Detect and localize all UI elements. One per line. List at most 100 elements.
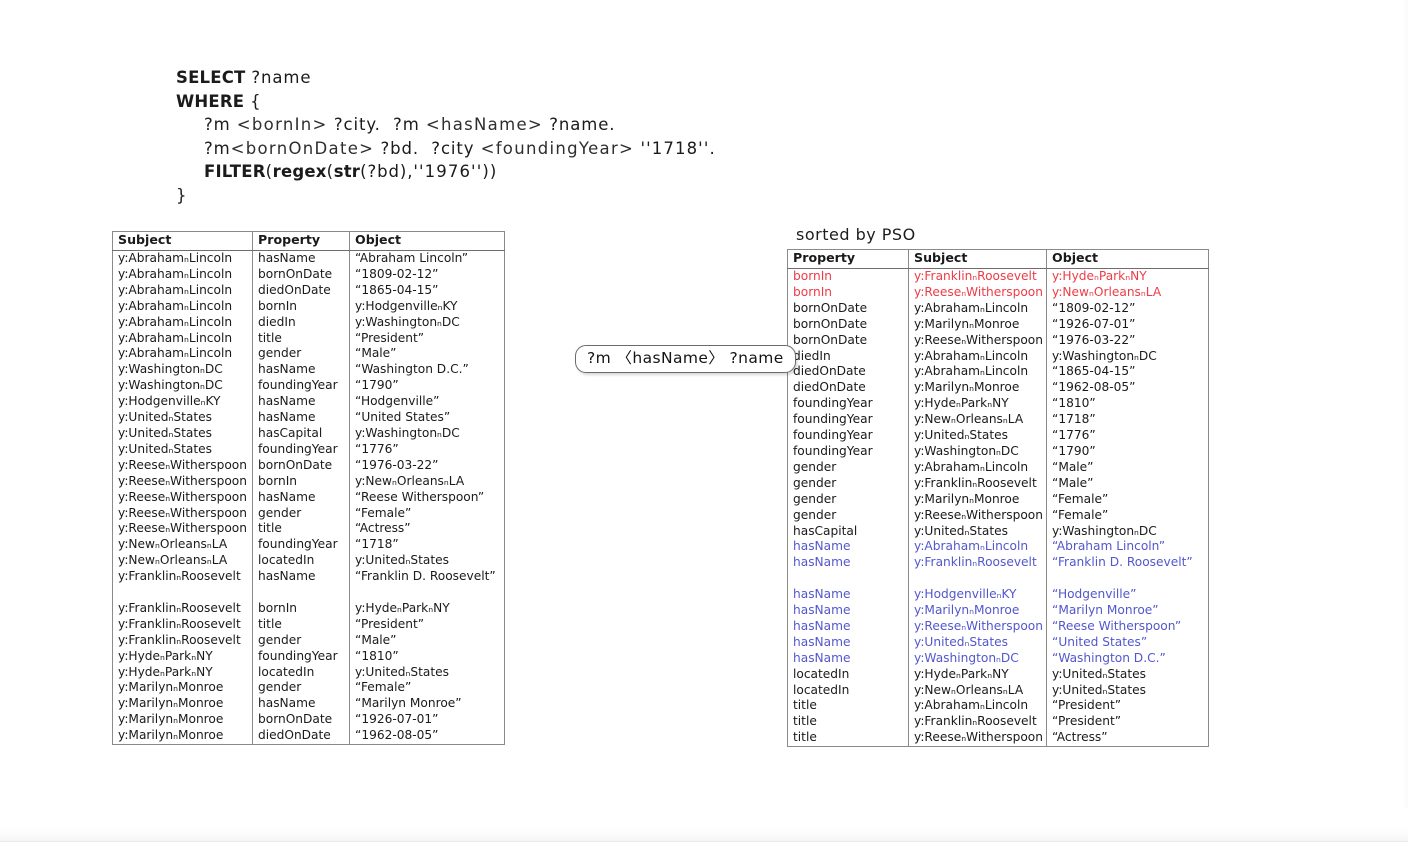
table-row: y:AbrahamₙLincoln diedOnDate “1865-04-15” — [112, 282, 505, 299]
cell-subject: y:MarilynₙMonroe — [908, 603, 1047, 619]
cell-property: gender — [252, 346, 350, 363]
cell-object: “Female” — [349, 505, 505, 522]
cell-property: hasName — [787, 539, 909, 556]
cell-subject: y:AbrahamₙLincoln — [112, 266, 253, 283]
cell-object: “Actress” — [1046, 730, 1209, 748]
cell-subject: y:WashingtonₙDC — [112, 362, 253, 379]
cell-object: “Reese Witherspoon” — [349, 489, 505, 506]
cell-subject: y:UnitedₙStates — [112, 425, 253, 442]
table-row: hasName y:AbrahamₙLincoln “Abraham Lincoln… — [787, 539, 1209, 556]
query-line-1: WHERE { — [176, 90, 716, 114]
cell-spacer — [112, 585, 253, 601]
query-line-5: } — [176, 184, 716, 208]
cell-property: title — [787, 714, 909, 731]
cell-property: title — [252, 616, 350, 633]
table-row: y:MarilynₙMonroe bornOnDate “1926-07-01” — [112, 712, 505, 729]
cell-object: y:UnitedₙStates — [349, 664, 505, 681]
cell-subject: y:AbrahamₙLincoln — [112, 282, 253, 299]
table-row: y:ReeseₙWitherspoon bornOnDate “1976-03-22… — [112, 457, 505, 474]
spo-index-table: Subject Property Object y:AbrahamₙLincol… — [112, 231, 505, 746]
cell-subject: y:FranklinₙRoosevelt — [908, 475, 1047, 492]
cell-subject: y:ReeseₙWitherspoon — [112, 489, 253, 506]
cell-property: diedOnDate — [252, 728, 350, 746]
cell-subject: y:WashingtonₙDC — [908, 443, 1047, 460]
table-row: gender y:MarilynₙMonroe “Female” — [787, 491, 1209, 508]
cell-subject: y:AbrahamₙLincoln — [908, 300, 1047, 317]
cell-object: y:HydeₙParkₙNY — [349, 600, 505, 617]
column-header-object: Object — [349, 231, 505, 251]
column-header-property: Property — [787, 249, 909, 269]
cell-property: bornOnDate — [252, 712, 350, 729]
cell-object: y:HodgenvilleₙKY — [349, 298, 505, 315]
cell-object: “President” — [1046, 714, 1209, 731]
cell-subject: y:ReeseₙWitherspoon — [908, 507, 1047, 524]
cell-property: title — [252, 521, 350, 538]
cell-property: hasName — [252, 394, 350, 411]
cell-object: “Male” — [1046, 459, 1209, 476]
cell-property: diedOnDate — [787, 364, 909, 381]
cell-property: gender — [787, 491, 909, 508]
table-row: y:WashingtonₙDC foundingYear “1790” — [112, 378, 505, 395]
column-header-property: Property — [252, 231, 350, 251]
page-right-edge — [1402, 0, 1408, 842]
query-line-0: SELECT ?name — [176, 66, 716, 90]
cell-property: locatedIn — [252, 553, 350, 570]
cell-object: “1790” — [1046, 443, 1209, 460]
cell-object: “1810” — [1046, 396, 1209, 413]
cell-object: y:NewₙOrleansₙLA — [349, 473, 505, 490]
cell-object: y:UnitedₙStates — [1046, 682, 1209, 699]
cell-object: “1865-04-15” — [349, 282, 505, 299]
cell-object: “Marilyn Monroe” — [349, 696, 505, 713]
query-token: ?city. ?m — [327, 115, 426, 134]
cell-property: gender — [252, 632, 350, 649]
cell-subject: y:FranklinₙRoosevelt — [112, 632, 253, 649]
cell-object: “Marilyn Monroe” — [1046, 603, 1209, 619]
cell-property: foundingYear — [787, 428, 909, 444]
cell-subject: y:NewₙOrleansₙLA — [908, 412, 1047, 429]
cell-spacer — [349, 585, 505, 601]
cell-subject: y:AbrahamₙLincoln — [908, 539, 1047, 556]
cell-property: diedIn — [252, 314, 350, 331]
query-line-2: ?m <bornIn> ?city. ?m <hasName> ?name. — [176, 113, 716, 137]
query-token: str — [333, 162, 361, 181]
sparql-query-block: SELECT ?name WHERE {?m <bornIn> ?city. ?m… — [176, 66, 716, 207]
query-token: regex — [272, 162, 327, 181]
query-token: <foundingYear> — [480, 138, 635, 158]
cell-property: gender — [787, 507, 909, 524]
cell-object: “1976-03-22” — [349, 457, 505, 474]
cell-subject: y:AbrahamₙLincoln — [908, 459, 1047, 476]
table-row: y:NewₙOrleansₙLA foundingYear “1718” — [112, 537, 505, 554]
table-row: y:FranklinₙRoosevelt bornIn y:HydeₙParkₙNY — [112, 600, 505, 617]
cell-subject: y:UnitedₙStates — [112, 441, 253, 458]
cell-object: “1962-08-05” — [1046, 380, 1209, 397]
cell-subject: y:HydeₙParkₙNY — [112, 648, 253, 665]
cell-property: hasName — [787, 555, 909, 572]
cell-object: “Female” — [1046, 507, 1209, 524]
table-row: y:AbrahamₙLincoln hasName “Abraham Lincoln… — [112, 250, 505, 267]
cell-subject: y:AbrahamₙLincoln — [112, 298, 253, 315]
table-row: bornOnDate y:MarilynₙMonroe “1926-07-01” — [787, 316, 1209, 333]
cell-property: bornOnDate — [252, 266, 350, 283]
table-header-row: Property Subject Object — [787, 249, 1209, 269]
cell-object: “Abraham Lincoln” — [349, 250, 505, 267]
cell-object: “Male” — [349, 632, 505, 649]
cell-object: “1962-08-05” — [349, 728, 505, 746]
cell-property: title — [787, 730, 909, 748]
query-token: { — [244, 91, 262, 111]
cell-object: “President” — [1046, 698, 1209, 715]
cell-object: “1810” — [349, 648, 505, 665]
cell-subject: y:FranklinₙRoosevelt — [112, 616, 253, 633]
cell-property: hasName — [787, 634, 909, 651]
cell-subject: y:FranklinₙRoosevelt — [908, 268, 1047, 285]
cell-subject: y:ReeseₙWitherspoon — [112, 521, 253, 538]
table-row: hasName y:MarilynₙMonroe “Marilyn Monroe” — [787, 603, 1209, 619]
query-token: <hasName> — [425, 115, 544, 134]
cell-subject: y:HydeₙParkₙNY — [908, 666, 1047, 683]
spo-table-body: y:AbrahamₙLincoln hasName “Abraham Lincoln… — [112, 250, 505, 746]
table-row: title y:ReeseₙWitherspoon “Actress” — [787, 730, 1209, 748]
cell-object: “President” — [349, 330, 505, 347]
table-row: hasName y:UnitedₙStates “United States” — [787, 634, 1209, 651]
table-row: y:ReeseₙWitherspoon title “Actress” — [112, 521, 505, 538]
table-row: y:HydeₙParkₙNY locatedIn y:UnitedₙStates — [112, 664, 505, 681]
table-row: locatedIn y:NewₙOrleansₙLA y:UnitedₙStates — [787, 682, 1209, 699]
